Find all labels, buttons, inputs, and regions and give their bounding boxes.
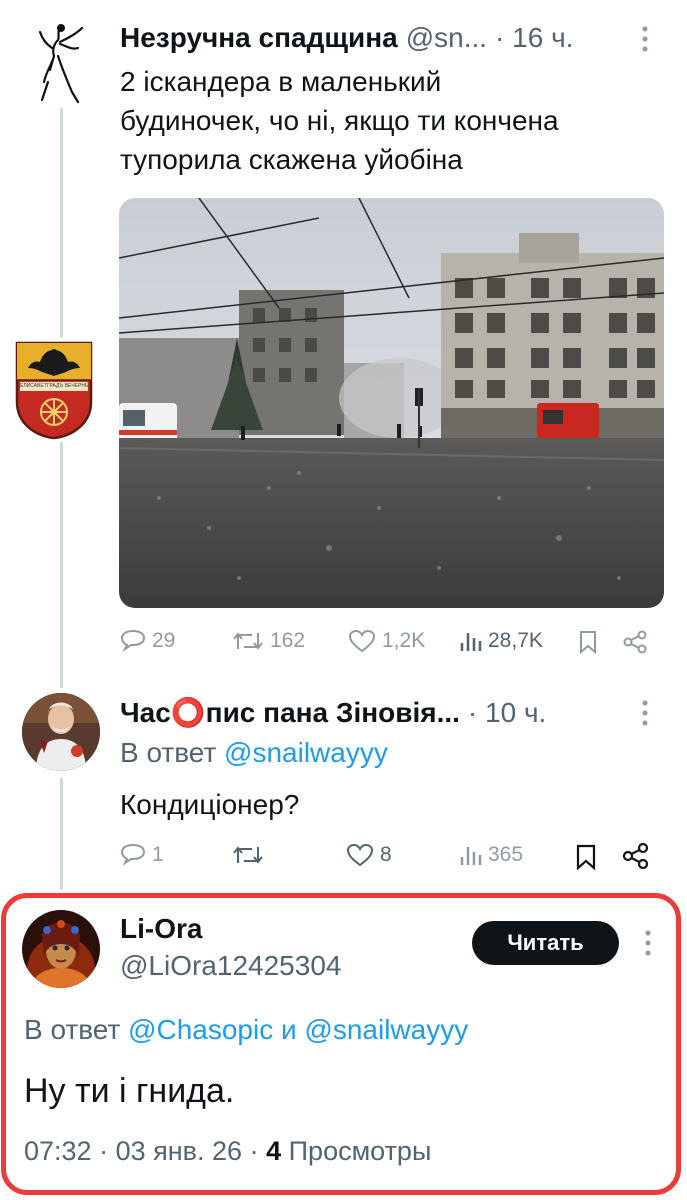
tweet-text: Ну ти і гнида. — [24, 1072, 235, 1110]
coat-of-arms-caption: ЕЛИСАВЕТГРАДЪ ВЕЧЕРНІЙ — [20, 383, 88, 389]
reply-context-prefix: В ответ — [24, 1014, 121, 1045]
more-options-icon[interactable] — [640, 24, 650, 61]
handle[interactable]: @sn... — [406, 22, 487, 54]
tweet-date[interactable]: 03 янв. 26 — [116, 1136, 242, 1166]
like-count: 1,2K — [382, 629, 426, 652]
thread-line — [60, 778, 63, 890]
views-count: 4 — [266, 1136, 282, 1166]
retweet-button[interactable] — [232, 843, 264, 872]
follow-button[interactable]: Читать — [472, 921, 619, 965]
display-name[interactable]: Li-Ora — [120, 913, 202, 945]
views-count: 28,7K — [488, 629, 543, 652]
tweet-text-line: тупорила скажена уйобіна — [120, 144, 463, 175]
avatar[interactable] — [22, 910, 100, 988]
reply-count: 1 — [152, 843, 164, 866]
display-name[interactable]: Незручна спадщина — [120, 22, 398, 54]
views-button[interactable]: 28,7K — [458, 629, 543, 653]
tweet-text-line: будиночек, чо ні, якщо ти кончена — [120, 105, 559, 136]
reply-mention-link[interactable]: @Chasopic — [128, 1014, 273, 1045]
bookmark-icon[interactable] — [575, 844, 597, 875]
timestamp[interactable]: · 10 ч. — [468, 697, 546, 729]
retweet-button[interactable]: 162 — [232, 629, 305, 653]
avatar[interactable] — [22, 693, 100, 771]
timestamp[interactable]: · 16 ч. — [495, 22, 573, 54]
separator-dot: · — [249, 1136, 259, 1166]
bookmark-icon[interactable] — [578, 630, 598, 659]
reply-mention-conjunction: и — [280, 1014, 297, 1045]
thread-line — [60, 108, 63, 338]
display-name[interactable]: Час⭕пис пана Зіновія... — [120, 696, 460, 729]
reply-count: 29 — [152, 629, 176, 652]
like-count: 8 — [380, 843, 392, 866]
views-label[interactable]: Просмотры — [289, 1136, 432, 1166]
retweet-count: 162 — [270, 629, 306, 652]
reply-mention-link[interactable]: @snailwayyy — [304, 1014, 468, 1045]
reply-context-prefix: В ответ — [120, 737, 217, 768]
views-count: 365 — [488, 843, 524, 866]
reply-button[interactable]: 29 — [120, 629, 175, 653]
reply-button[interactable]: 1 — [120, 843, 164, 867]
tweet-time[interactable]: 07:32 — [24, 1136, 92, 1166]
more-options-icon[interactable] — [640, 698, 650, 733]
more-options-icon[interactable] — [643, 928, 653, 963]
handle[interactable]: @LiOra12425304 — [120, 950, 341, 982]
views-button[interactable]: 365 — [458, 843, 523, 867]
tweet-text: 2 іскандера в маленький будиночек, чо ні… — [120, 64, 660, 177]
reply-mention-link[interactable]: @snailwayyy — [224, 737, 388, 768]
tweet-text: Кондиціонер? — [120, 789, 300, 820]
thread-line — [60, 442, 63, 688]
share-icon[interactable] — [622, 842, 650, 874]
coat-of-arms-image: ЕЛИСАВЕТГРАДЪ ВЕЧЕРНІЙ — [14, 340, 94, 440]
avatar[interactable] — [32, 20, 90, 104]
like-button[interactable]: 8 — [346, 843, 392, 867]
like-button[interactable]: 1,2K — [348, 629, 425, 653]
share-icon[interactable] — [622, 630, 648, 659]
tweet-photo[interactable] — [119, 198, 664, 608]
separator-dot: · — [99, 1136, 109, 1166]
tweet-text-line: 2 іскандера в маленький — [120, 66, 442, 97]
